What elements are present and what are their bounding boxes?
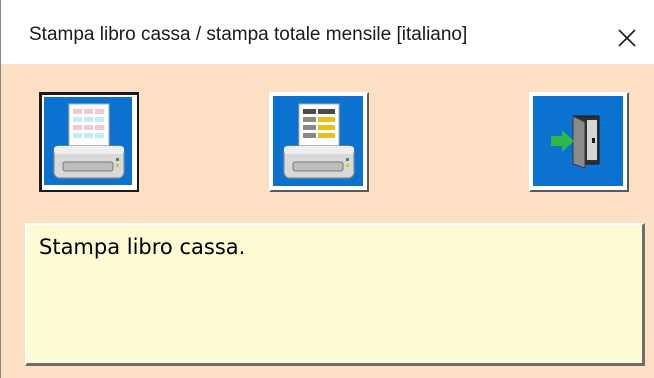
message-box: Stampa libro cassa.	[25, 223, 645, 366]
close-icon	[618, 29, 636, 47]
print-cashbook-button[interactable]	[39, 92, 139, 192]
close-button[interactable]	[601, 12, 653, 56]
exit-button[interactable]	[529, 92, 629, 192]
exit-door-icon	[551, 115, 600, 169]
printer-colored-sheet-icon	[53, 103, 125, 179]
window-title: Stampa libro cassa / stampa totale mensi…	[29, 24, 468, 45]
print-monthly-total-button[interactable]	[269, 92, 369, 192]
message-text: Stampa libro cassa.	[39, 235, 246, 259]
dialog-body: Stampa libro cassa.	[1, 64, 654, 378]
title-bar[interactable]: Stampa libro cassa / stampa totale mensi…	[1, 0, 654, 64]
printer-table-sheet-icon	[283, 103, 355, 179]
dialog-window: Stampa libro cassa / stampa totale mensi…	[0, 0, 654, 378]
